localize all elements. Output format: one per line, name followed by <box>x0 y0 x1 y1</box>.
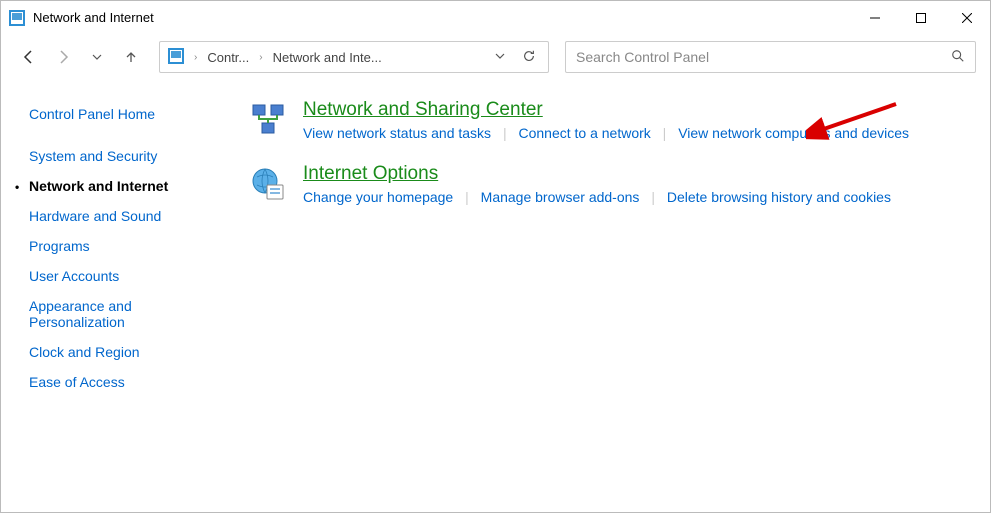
recent-dropdown[interactable] <box>83 43 111 71</box>
minimize-button[interactable] <box>852 1 898 35</box>
breadcrumb-current[interactable]: Network and Inte... <box>273 50 382 65</box>
control-panel-icon <box>9 10 25 26</box>
sidebar-item-programs[interactable]: Programs <box>29 231 217 261</box>
sidebar-item-appearance[interactable]: Appearance and Personalization <box>29 291 217 337</box>
back-button[interactable] <box>15 43 43 71</box>
category-internet-options: Internet Options Change your homepage | … <box>251 163 970 205</box>
sidebar-item-hardware-sound[interactable]: Hardware and Sound <box>29 201 217 231</box>
link-manage-addons[interactable]: Manage browser add-ons <box>481 189 640 205</box>
chevron-right-icon[interactable]: › <box>190 52 201 63</box>
link-connect-network[interactable]: Connect to a network <box>518 125 650 141</box>
separator: | <box>457 189 477 205</box>
refresh-button[interactable] <box>518 49 540 66</box>
titlebar: Network and Internet <box>1 1 990 35</box>
category-network-sharing: Network and Sharing Center View network … <box>251 99 970 141</box>
sidebar-item-network-internet[interactable]: Network and Internet <box>29 171 217 201</box>
chevron-right-icon[interactable]: › <box>255 52 266 63</box>
main-panel: Network and Sharing Center View network … <box>231 99 990 397</box>
sidebar-item-user-accounts[interactable]: User Accounts <box>29 261 217 291</box>
address-dropdown[interactable] <box>488 50 512 65</box>
category-heading-internet-options[interactable]: Internet Options <box>303 163 438 185</box>
window-title: Network and Internet <box>33 10 154 25</box>
search-box[interactable] <box>565 41 976 73</box>
network-sharing-icon <box>251 103 287 139</box>
internet-options-icon <box>251 167 287 203</box>
sidebar-item-ease-of-access[interactable]: Ease of Access <box>29 367 217 397</box>
link-view-network-computers[interactable]: View network computers and devices <box>678 125 909 141</box>
sidebar-item-system-security[interactable]: System and Security <box>29 141 217 171</box>
sidebar: Control Panel Home System and Security N… <box>1 99 231 397</box>
link-delete-history[interactable]: Delete browsing history and cookies <box>667 189 891 205</box>
search-input[interactable] <box>576 49 951 65</box>
forward-button[interactable] <box>49 43 77 71</box>
content-area: Control Panel Home System and Security N… <box>1 79 990 397</box>
separator: | <box>643 189 663 205</box>
link-view-network-status[interactable]: View network status and tasks <box>303 125 491 141</box>
up-button[interactable] <box>117 43 145 71</box>
category-heading-network-sharing[interactable]: Network and Sharing Center <box>303 99 543 121</box>
search-icon[interactable] <box>951 49 965 66</box>
address-bar[interactable]: › Contr... › Network and Inte... <box>159 41 549 73</box>
separator: | <box>495 125 515 141</box>
control-panel-icon <box>168 48 184 67</box>
separator: | <box>655 125 675 141</box>
category-links: View network status and tasks | Connect … <box>303 125 909 141</box>
maximize-button[interactable] <box>898 1 944 35</box>
close-button[interactable] <box>944 1 990 35</box>
sidebar-home[interactable]: Control Panel Home <box>29 99 217 129</box>
breadcrumb-root[interactable]: Contr... <box>207 50 249 65</box>
navbar: › Contr... › Network and Inte... <box>1 35 990 79</box>
sidebar-item-clock-region[interactable]: Clock and Region <box>29 337 217 367</box>
link-change-homepage[interactable]: Change your homepage <box>303 189 453 205</box>
category-links: Change your homepage | Manage browser ad… <box>303 189 891 205</box>
